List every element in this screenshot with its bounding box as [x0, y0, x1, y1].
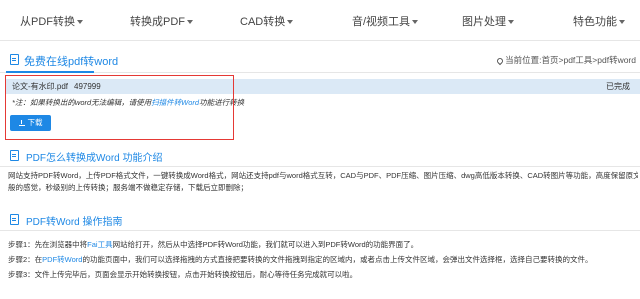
guide-section-header: PDF转Word 操作指南 [0, 209, 640, 231]
breadcrumb: 当前位置:首页>pdf工具>pdf转word [495, 54, 636, 66]
breadcrumb-text[interactable]: 当前位置:首页>pdf工具>pdf转word [505, 55, 636, 65]
highlight-box [5, 75, 234, 140]
pdf-to-word-link[interactable]: PDF转Word [42, 255, 82, 264]
nav-item-from-pdf[interactable]: 从PDF转换 [20, 13, 83, 29]
location-pin-icon [495, 56, 505, 65]
nav-label: 特色功能 [573, 16, 617, 28]
document-icon [10, 54, 19, 65]
step-text: 步骤2：在 [8, 255, 43, 264]
guide-step: 步骤3：文件上传完毕后，页面会显示开始转换按钮，点击开始转换按钮后，耐心等待任务… [8, 270, 358, 279]
fai-tools-link[interactable]: Fai工具 [87, 240, 112, 249]
nav-label: 音/视频工具 [352, 16, 411, 28]
intro-paragraph: 网站支持PDF转Word，上传PDF格式文件，一键转换成Word格式，网站还支持… [8, 170, 638, 194]
title-underline [6, 71, 94, 73]
page-title: 免费在线pdf转word [24, 56, 119, 68]
nav-label: 图片处理 [462, 16, 506, 28]
nav-label: CAD转换 [240, 16, 286, 28]
section-title: PDF转Word 操作指南 [26, 217, 123, 228]
guide-step: 步骤2：在PDF转Word的功能页面中，我们可以选择拖拽的方式直接把要转换的文件… [8, 254, 592, 265]
document-icon [10, 214, 19, 225]
nav-item-special[interactable]: 特色功能 [573, 13, 625, 29]
nav-label: 转换成PDF [130, 16, 185, 28]
step-text: 的功能页面中，我们可以选择拖拽的方式直接把要转换的文件拖拽到指定的区域内，或者点… [82, 255, 593, 264]
intro-line: 般的感觉，秒级别的上传转换；服务端不做稳定存储，下载后立即删除； [8, 183, 248, 192]
chevron-down-icon [287, 20, 294, 25]
status-badge: 已完成 [606, 82, 630, 91]
step-text: 网站给打开，然后从中选择PDF转Word功能，我们就可以进入到PDF转Word的… [112, 240, 419, 249]
nav-item-cad[interactable]: CAD转换 [240, 13, 294, 29]
chevron-down-icon [77, 20, 83, 25]
chevron-down-icon [187, 20, 193, 25]
chevron-down-icon [412, 20, 419, 25]
nav-item-to-pdf[interactable]: 转换成PDF [130, 13, 193, 29]
divider [0, 230, 640, 231]
tool-header: 免费在线pdf转word 当前位置:首页>pdf工具>pdf转word [0, 47, 640, 73]
step-text: 步骤1：先在浏览器中将 [8, 240, 88, 249]
section-title: PDF怎么转换成Word 功能介绍 [26, 153, 163, 164]
guide-step: 步骤1：先在浏览器中将Fai工具网站给打开，然后从中选择PDF转Word功能，我… [8, 239, 418, 250]
chevron-down-icon [508, 20, 514, 25]
divider [0, 166, 640, 167]
top-nav: 从PDF转换 转换成PDF CAD转换 音/视频工具 图片处理 特色功能 [0, 0, 640, 41]
document-icon [10, 150, 19, 161]
divider [0, 72, 640, 73]
intro-section-header: PDF怎么转换成Word 功能介绍 [0, 145, 640, 167]
nav-item-av-tools[interactable]: 音/视频工具 [352, 13, 419, 29]
chevron-down-icon [619, 20, 625, 25]
intro-line: 网站支持PDF转Word，上传PDF格式文件，一键转换成Word格式，网站还支持… [8, 171, 638, 180]
nav-item-image[interactable]: 图片处理 [462, 13, 514, 29]
nav-label: 从PDF转换 [20, 16, 75, 28]
